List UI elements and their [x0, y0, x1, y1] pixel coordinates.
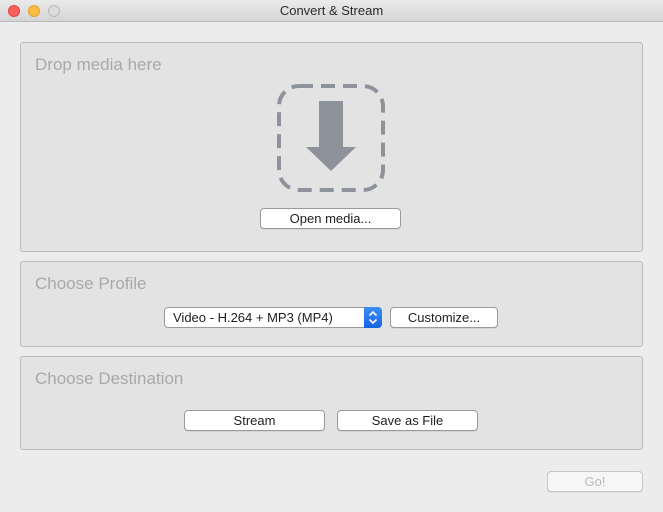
- drop-media-panel[interactable]: Drop media here Open media...: [20, 42, 643, 252]
- chevron-up-down-icon: [368, 310, 378, 325]
- profile-select-value: Video - H.264 + MP3 (MP4): [173, 310, 333, 325]
- stream-button[interactable]: Stream: [184, 410, 325, 431]
- drop-arrow-icon: [277, 84, 385, 192]
- go-button[interactable]: Go!: [547, 471, 643, 492]
- customize-button[interactable]: Customize...: [390, 307, 498, 328]
- drop-media-title: Drop media here: [35, 55, 162, 74]
- title-bar: Convert & Stream: [0, 0, 663, 22]
- window-title: Convert & Stream: [279, 3, 384, 18]
- choose-profile-title: Choose Profile: [35, 274, 147, 293]
- choose-destination-title: Choose Destination: [35, 369, 184, 388]
- save-as-file-button[interactable]: Save as File: [337, 410, 478, 431]
- select-arrow: [364, 307, 382, 328]
- profile-select[interactable]: Video - H.264 + MP3 (MP4): [164, 307, 382, 328]
- choose-profile-panel: Choose Profile Video - H.264 + MP3 (MP4)…: [20, 261, 643, 347]
- choose-destination-panel: Choose Destination Stream Save as File: [20, 356, 643, 450]
- open-media-button[interactable]: Open media...: [260, 208, 401, 229]
